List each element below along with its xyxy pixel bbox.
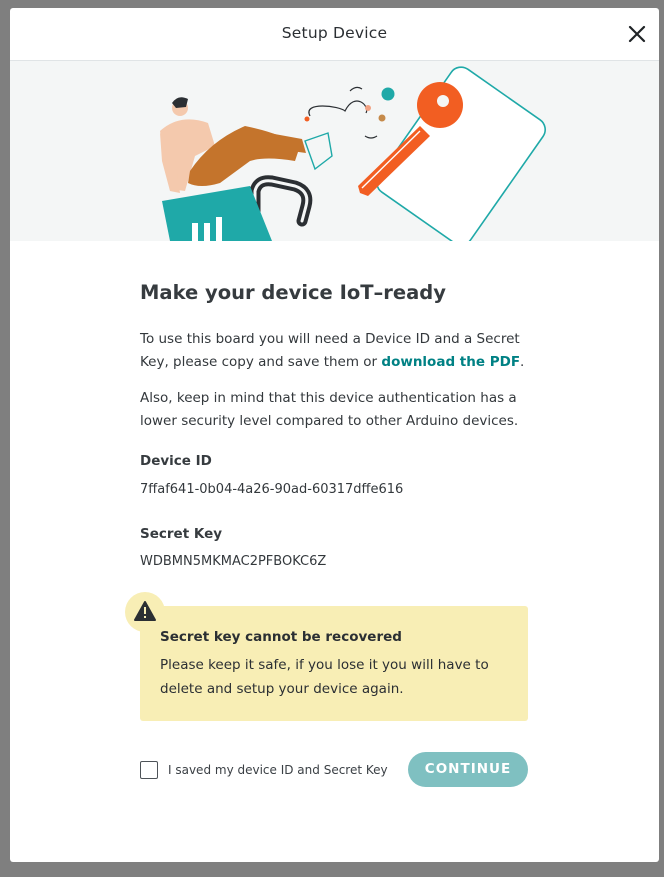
page-heading: Make your device IoT–ready — [140, 281, 446, 304]
close-icon — [628, 25, 646, 43]
warning-title: Secret key cannot be recovered — [160, 629, 402, 645]
hero-illustration — [10, 61, 659, 241]
dialog-title: Setup Device — [281, 24, 388, 42]
secret-key-label: Secret Key — [140, 526, 223, 542]
saved-credentials-checkbox[interactable] — [140, 761, 158, 779]
saved-credentials-checkbox-label[interactable]: I saved my device ID and Secret Key — [168, 763, 388, 777]
close-button[interactable] — [625, 22, 649, 46]
person-illustration — [160, 97, 333, 193]
download-pdf-link[interactable]: download the PDF — [381, 354, 520, 370]
instructions-paragraph: To use this board you will need a Device… — [140, 328, 530, 374]
security-note-paragraph: Also, keep in mind that this device auth… — [140, 390, 519, 429]
device-id-value: 7ffaf641-0b04-4a26-90ad-60317dffe616 — [140, 482, 404, 497]
warning-box: Secret key cannot be recovered Please ke… — [125, 592, 528, 721]
secret-key-value: WDBMN5MKMAC2PFBOKC6Z — [140, 554, 327, 569]
instructions-text-end: . — [520, 354, 525, 370]
continue-button[interactable]: CONTINUE — [408, 752, 528, 787]
setup-device-dialog: Setup Device Make your device IoT–ready … — [10, 8, 659, 862]
device-id-label: Device ID — [140, 453, 212, 469]
warning-icon — [134, 601, 156, 621]
warning-text: Please keep it safe, if you lose it you … — [160, 657, 489, 697]
warning-icon-badge — [125, 592, 165, 632]
dialog-header: Setup Device — [10, 8, 659, 61]
